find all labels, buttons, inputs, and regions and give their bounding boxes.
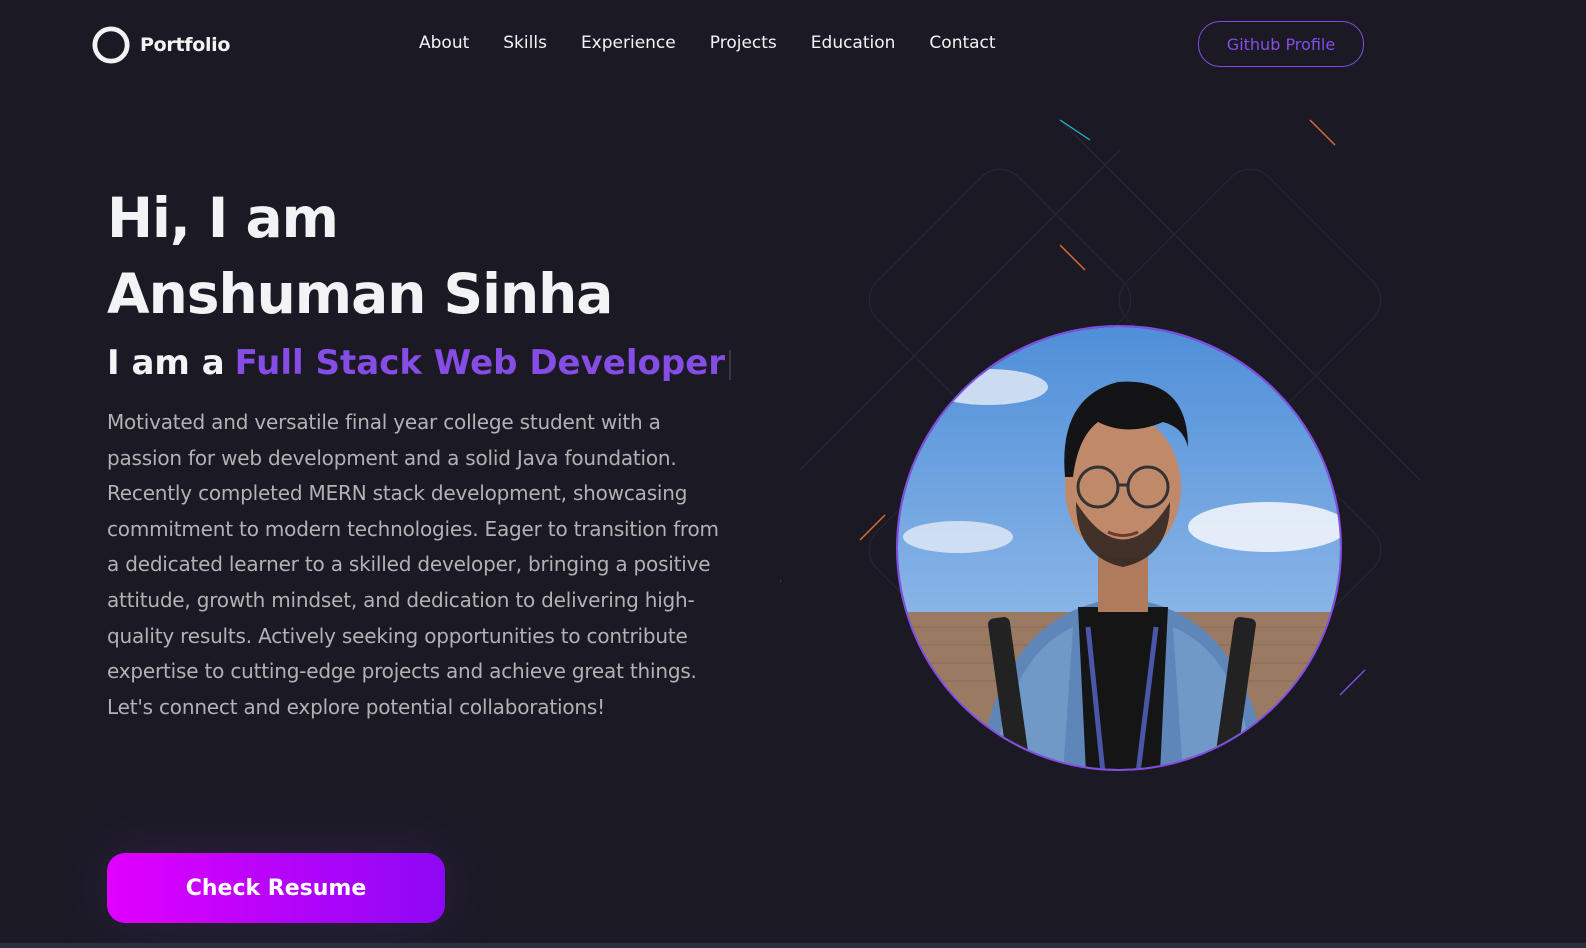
- nav-link-contact[interactable]: Contact: [929, 33, 995, 53]
- profile-photo-illustration: [898, 327, 1340, 769]
- github-profile-button[interactable]: Github Profile: [1198, 21, 1364, 67]
- role-typewriter: Full Stack Web Developer: [234, 343, 726, 383]
- bottom-edge: [0, 943, 1586, 948]
- navbar: Portfolio About Skills Experience Projec…: [0, 0, 1586, 90]
- hero-greeting: Hi, I am: [107, 186, 339, 250]
- nav-links: About Skills Experience Projects Educati…: [419, 33, 1030, 53]
- nav-link-experience[interactable]: Experience: [581, 33, 676, 53]
- hero-description: Motivated and versatile final year colle…: [107, 410, 719, 719]
- accent-streak: [1059, 244, 1086, 271]
- brand-logo[interactable]: Portfolio: [92, 25, 230, 65]
- hero-title: Hi, I am Anshuman Sinha: [107, 180, 613, 332]
- nav-link-skills[interactable]: Skills: [503, 33, 547, 53]
- accent-streak: [1339, 669, 1366, 696]
- profile-photo: [896, 325, 1342, 771]
- nav-link-projects[interactable]: Projects: [710, 33, 777, 53]
- check-resume-button[interactable]: Check Resume: [107, 853, 445, 923]
- nav-link-education[interactable]: Education: [811, 33, 896, 53]
- accent-streak: [1309, 119, 1336, 146]
- accent-streak: [1059, 119, 1091, 141]
- logo-icon: [92, 26, 130, 64]
- nav-link-about[interactable]: About: [419, 33, 469, 53]
- brand-name: Portfolio: [140, 34, 231, 56]
- role-prefix: I am a: [107, 343, 225, 383]
- typewriter-cursor: [729, 349, 732, 380]
- hero-role: I am a Full Stack Web Developer: [107, 343, 732, 383]
- hero-name: Anshuman Sinha: [107, 262, 613, 326]
